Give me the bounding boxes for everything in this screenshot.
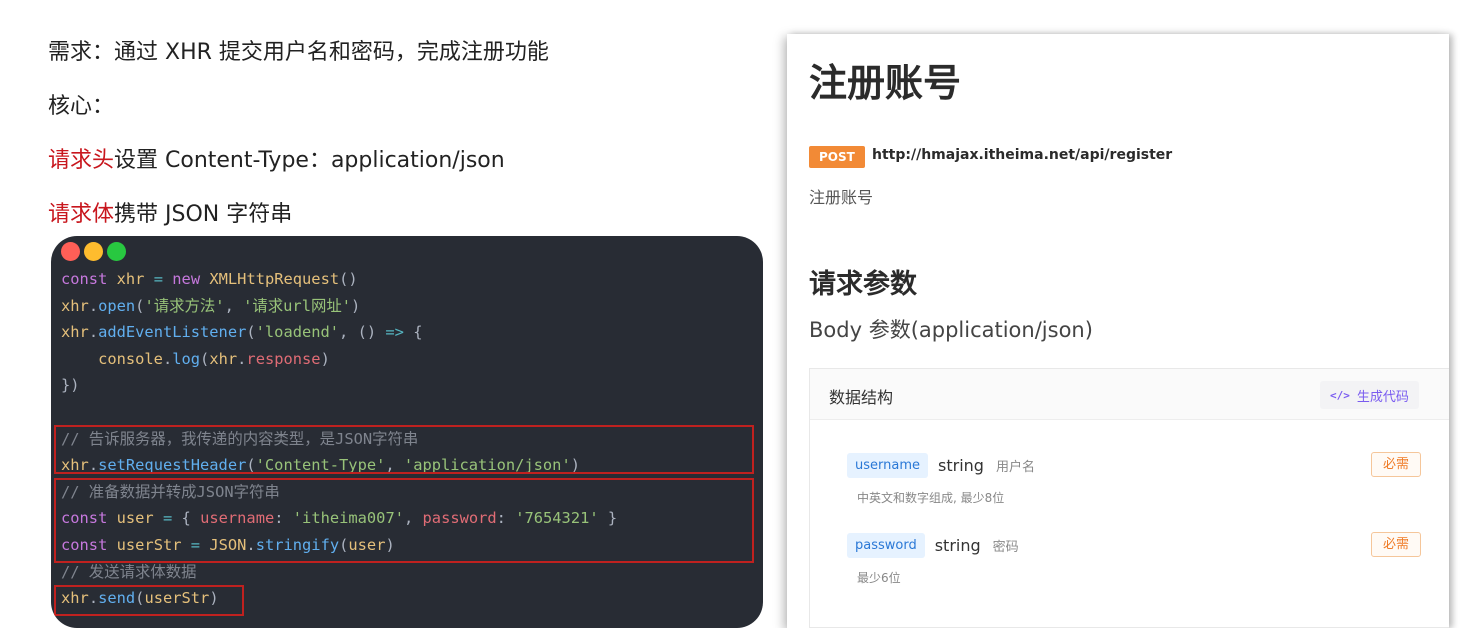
code-line: const xhr = new XMLHttpRequest() bbox=[61, 266, 358, 292]
field-type: string bbox=[938, 455, 984, 475]
code-token: xhr bbox=[61, 323, 89, 342]
code-token: . bbox=[162, 349, 173, 368]
field-label: 用户名 bbox=[995, 459, 1035, 475]
request-body-highlight-box bbox=[54, 478, 754, 563]
code-token: open bbox=[98, 296, 136, 315]
method-badge: POST bbox=[809, 146, 865, 168]
field-note: 最少6位 bbox=[857, 571, 901, 585]
generate-code-button[interactable]: </> 生成代码 bbox=[1320, 381, 1419, 409]
code-icon: </> bbox=[1330, 388, 1350, 402]
code-token: ( bbox=[246, 323, 256, 342]
code-token: = bbox=[153, 270, 163, 288]
code-token: response bbox=[246, 349, 321, 368]
generate-code-label: 生成代码 bbox=[1356, 389, 1409, 405]
field-name: password bbox=[847, 532, 925, 558]
code-token: ) bbox=[320, 349, 330, 368]
maximize-dot[interactable] bbox=[107, 242, 126, 261]
body-params-subheading: Body 参数(application/json) bbox=[809, 318, 1093, 342]
code-line: xhr.addEventListener('loadend', () => { bbox=[61, 319, 423, 345]
code-token: , bbox=[224, 296, 244, 315]
code-token: () bbox=[339, 270, 358, 288]
code-line: xhr.open('请求方法', '请求url网址') bbox=[61, 293, 360, 319]
close-dot[interactable] bbox=[61, 242, 80, 261]
endpoint-url[interactable]: http://hmajax.itheima.net/api/register bbox=[872, 147, 1172, 163]
params-heading: 请求参数 bbox=[809, 269, 917, 300]
field-row-password: password string 密码 bbox=[847, 532, 1019, 558]
code-token: new bbox=[172, 270, 201, 288]
code-token: addEventListener bbox=[98, 323, 247, 342]
code-token: log bbox=[172, 349, 201, 368]
code-token: => bbox=[385, 323, 404, 342]
required-badge: 必需 bbox=[1371, 532, 1422, 557]
requirement-text: 需求：通过 XHR 提交用户名和密码，完成注册功能 bbox=[48, 40, 549, 65]
code-token: , bbox=[339, 323, 358, 342]
code-token: () bbox=[357, 323, 386, 342]
code-window: const xhr = new XMLHttpRequest() xhr.open… bbox=[51, 236, 763, 628]
endpoint-description: 注册账号 bbox=[809, 188, 874, 207]
body-note-text: 携带 JSON 字符串 bbox=[114, 202, 293, 227]
code-token: 'loadend' bbox=[255, 323, 340, 342]
code-token: xhr bbox=[116, 270, 145, 288]
code-token: . bbox=[88, 296, 99, 315]
field-label: 密码 bbox=[992, 539, 1019, 555]
header-highlight: 请求头 bbox=[48, 148, 115, 173]
minimize-dot[interactable] bbox=[84, 242, 103, 261]
code-line: }) bbox=[61, 372, 80, 398]
request-header-highlight-box bbox=[54, 425, 754, 474]
code-token: xhr bbox=[61, 296, 89, 315]
required-badge: 必需 bbox=[1371, 452, 1422, 477]
code-line: console.log(xhr.response) bbox=[61, 346, 330, 372]
field-row-username: username string 用户名 bbox=[847, 452, 1035, 478]
body-note: 请求体携带 JSON 字符串 bbox=[48, 196, 292, 228]
core-label: 核心： bbox=[48, 94, 115, 119]
header-note: 请求头设置 Content-Type：application/json bbox=[48, 142, 505, 174]
code-token: . bbox=[88, 323, 99, 342]
field-note: 中英文和数字组成, 最少8位 bbox=[857, 491, 1005, 505]
send-highlight-box bbox=[54, 585, 244, 616]
body-highlight: 请求体 bbox=[48, 202, 115, 227]
header-note-text: 设置 Content-Type：application/json bbox=[114, 148, 505, 173]
page-title: 注册账号 bbox=[809, 61, 962, 105]
field-name: username bbox=[847, 452, 928, 478]
code-token: ( bbox=[200, 349, 210, 368]
schema-header: 数据结构 </> 生成代码 bbox=[810, 369, 1449, 420]
code-token: // 发送请求体数据 bbox=[61, 562, 197, 581]
window-controls bbox=[61, 242, 126, 261]
code-token: console bbox=[98, 349, 163, 368]
code-token: '请求url网址' bbox=[243, 296, 352, 315]
code-token: }) bbox=[61, 376, 80, 395]
code-token: xhr bbox=[209, 349, 238, 368]
code-token: const bbox=[61, 270, 108, 288]
field-type: string bbox=[934, 535, 981, 555]
code-token: '请求方法' bbox=[144, 296, 225, 315]
code-token: { bbox=[403, 323, 423, 342]
api-doc-panel: 注册账号 POST http://hmajax.itheima.net/api/… bbox=[787, 34, 1449, 628]
schema-panel: 数据结构 </> 生成代码 username string 用户名 必需 中英文… bbox=[809, 368, 1449, 628]
schema-title: 数据结构 bbox=[829, 388, 894, 407]
code-token: ) bbox=[351, 296, 361, 315]
code-token: XMLHttpRequest bbox=[209, 270, 340, 288]
